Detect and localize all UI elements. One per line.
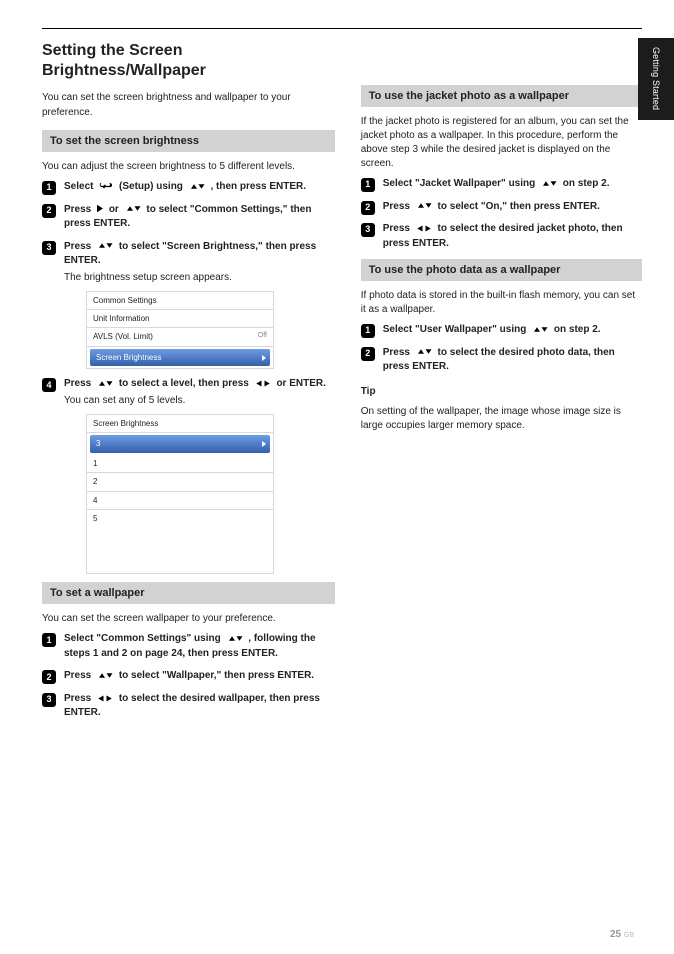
panel-row: Unit Information	[87, 310, 273, 329]
section-heading-wallpaper: To set a wallpaper	[42, 582, 335, 604]
up-down-arrows-icon	[96, 241, 114, 250]
step-text: Press	[64, 241, 94, 252]
section-intro: You can adjust the screen brightness to …	[42, 160, 335, 174]
step-text: Press	[383, 347, 413, 358]
step-item: Press to select the desired jacket photo…	[361, 222, 642, 251]
page-number: 25 GB	[610, 929, 634, 940]
step-item: Select "Common Settings" using , followi…	[42, 632, 335, 661]
step-item: Press to select "Screen Brightness," the…	[42, 240, 335, 370]
play-right-icon	[96, 204, 104, 213]
panel-row-value: Off	[258, 331, 267, 341]
steps-jacket: Select "Jacket Wallpaper" using on step …	[361, 177, 642, 251]
step-item: Press to select the desired photo data, …	[361, 346, 642, 375]
up-down-arrows-icon	[415, 347, 433, 356]
panel-row-label: AVLS (Vol. Limit)	[93, 332, 153, 341]
step-text: , then press ENTER.	[210, 181, 306, 192]
tip-text: On setting of the wallpaper, the image w…	[361, 405, 642, 433]
step-subtext: You can set any of 5 levels.	[64, 394, 335, 409]
section-heading-jacket: To use the jacket photo as a wallpaper	[361, 85, 642, 107]
panel-row: 1	[87, 455, 273, 474]
step-item: Press or to select "Common Settings," th…	[42, 203, 335, 232]
panel-row-selected: Screen Brightness	[90, 349, 270, 367]
up-down-arrows-icon	[415, 201, 433, 210]
two-column-layout: Setting the Screen Brightness/Wallpaper …	[42, 37, 642, 729]
step-text: on step 2.	[563, 178, 610, 189]
step-item: Press to select a level, then press or E…	[42, 377, 335, 574]
step-subtext: The brightness setup screen appears.	[64, 271, 335, 286]
step-text: on step 2.	[554, 324, 601, 335]
section-intro: If photo data is stored in the built-in …	[361, 289, 642, 317]
panel-title: Common Settings	[87, 292, 273, 310]
step-item: Select (Setup) using , then press ENTER.	[42, 180, 335, 195]
up-down-arrows-icon	[188, 182, 206, 191]
step-text: Select "Common Settings" using	[64, 633, 224, 644]
right-column: To use the jacket photo as a wallpaper I…	[361, 37, 642, 729]
page-intro: You can set the screen brightness and wa…	[42, 91, 335, 120]
step-text: (Setup) using	[119, 181, 186, 192]
step-text: or ENTER.	[276, 378, 325, 389]
step-item: Press to select "On," then press ENTER.	[361, 200, 642, 215]
up-down-arrows-icon	[96, 671, 114, 680]
up-down-arrows-icon	[540, 179, 558, 188]
panel-title: Screen Brightness	[87, 415, 273, 433]
step-text: Select "Jacket Wallpaper" using	[383, 178, 538, 189]
step-item: Press to select "Wallpaper," then press …	[42, 669, 335, 684]
manual-page: Getting Started Setting the Screen Brigh…	[0, 0, 674, 954]
section-intro: If the jacket photo is registered for an…	[361, 115, 642, 171]
step-text: Select	[64, 181, 96, 192]
panel-row: 4	[87, 492, 273, 511]
panel-row: 2	[87, 473, 273, 492]
up-down-arrows-icon	[96, 379, 114, 388]
step-text: Press	[383, 201, 413, 212]
steps-brightness: Select (Setup) using , then press ENTER.	[42, 180, 335, 574]
step-text: or	[109, 204, 122, 215]
step-text: to select "Wallpaper," then press ENTER.	[119, 670, 314, 681]
step-text: to select "On," then press ENTER.	[438, 201, 600, 212]
step-text: Press	[383, 223, 413, 234]
step-item: Select "User Wallpaper" using on step 2.	[361, 323, 642, 338]
top-rule	[42, 28, 642, 29]
up-down-arrows-icon	[226, 634, 244, 643]
step-text: Press	[64, 693, 94, 704]
step-text: Press	[64, 378, 94, 389]
panel-row-selected: 3	[90, 435, 270, 453]
step-text: Press	[64, 670, 94, 681]
ui-panel-common-settings: Common Settings Unit Information AVLS (V…	[86, 291, 274, 369]
left-right-arrows-icon	[96, 694, 114, 703]
steps-photo: Select "User Wallpaper" using on step 2.…	[361, 323, 642, 375]
step-text: to select a level, then press	[119, 378, 252, 389]
ui-panel-brightness-levels: Screen Brightness 3 1 2 4 5	[86, 414, 274, 574]
page-number-value: 25	[610, 929, 621, 940]
section-heading-brightness: To set the screen brightness	[42, 130, 335, 152]
step-text: Select "User Wallpaper" using	[383, 324, 529, 335]
left-right-arrows-icon	[415, 224, 433, 233]
section-intro: You can set the screen wallpaper to your…	[42, 612, 335, 626]
up-down-arrows-icon	[124, 204, 142, 213]
wrench-icon	[98, 182, 114, 191]
steps-wallpaper: Select "Common Settings" using , followi…	[42, 632, 335, 721]
panel-row: AVLS (Vol. Limit) Off	[87, 328, 273, 347]
step-item: Press to select the desired wallpaper, t…	[42, 692, 335, 721]
tip-heading: Tip	[361, 385, 642, 399]
section-heading-photo: To use the photo data as a wallpaper	[361, 259, 642, 281]
step-text: Press	[64, 204, 94, 215]
panel-row: 5	[87, 510, 273, 528]
chapter-tab: Getting Started	[638, 38, 674, 120]
page-number-suffix: GB	[624, 932, 634, 939]
left-right-arrows-icon	[254, 379, 272, 388]
left-column: Setting the Screen Brightness/Wallpaper …	[42, 37, 335, 729]
page-title: Setting the Screen Brightness/Wallpaper	[42, 41, 335, 81]
up-down-arrows-icon	[531, 325, 549, 334]
step-item: Select "Jacket Wallpaper" using on step …	[361, 177, 642, 192]
